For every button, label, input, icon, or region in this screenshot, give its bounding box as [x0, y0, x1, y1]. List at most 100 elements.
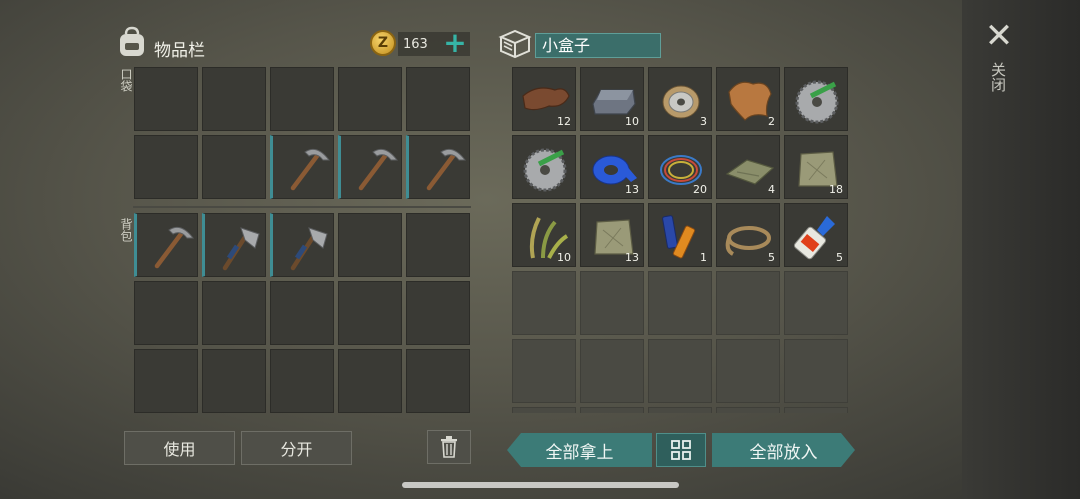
- container-slot[interactable]: [784, 271, 848, 335]
- container-slot[interactable]: 18: [784, 135, 848, 199]
- backpack-slot[interactable]: [134, 281, 198, 345]
- backpack-slot[interactable]: [270, 349, 334, 413]
- pocket-slot[interactable]: [134, 67, 198, 131]
- container-slot[interactable]: 5: [784, 203, 848, 267]
- backpack-slot[interactable]: [270, 281, 334, 345]
- add-coins-button[interactable]: +: [442, 29, 468, 58]
- take-all-button[interactable]: 全部拿上: [507, 433, 652, 467]
- pocket-slot[interactable]: [270, 135, 334, 199]
- container-slot[interactable]: [580, 407, 644, 413]
- pocket-slot[interactable]: [134, 135, 198, 199]
- section-divider: [133, 206, 471, 208]
- container-slot[interactable]: 3: [648, 67, 712, 131]
- container-slot[interactable]: 1: [648, 203, 712, 267]
- item-count: 10: [625, 115, 639, 128]
- pocket-slot[interactable]: [202, 135, 266, 199]
- pickaxe-icon: [358, 148, 399, 191]
- container-slot[interactable]: [648, 271, 712, 335]
- trash-button[interactable]: [427, 430, 471, 464]
- use-button[interactable]: 使用: [124, 431, 235, 465]
- coin-icon: Z: [370, 30, 396, 56]
- container-slot[interactable]: [784, 67, 848, 131]
- container-slot[interactable]: 4: [716, 135, 780, 199]
- trash-icon: [441, 436, 457, 458]
- close-label[interactable]: 关闭: [988, 62, 1009, 92]
- close-icon[interactable]: ✕: [984, 19, 1014, 53]
- backpack-grid: [134, 213, 470, 413]
- container-slot[interactable]: 13: [580, 203, 644, 267]
- backpack-slot[interactable]: [338, 281, 402, 345]
- backpack-label: 背包: [119, 218, 133, 242]
- container-slot[interactable]: [716, 339, 780, 403]
- container-slot[interactable]: [512, 407, 576, 413]
- item-count: 5: [768, 251, 775, 264]
- put-all-button[interactable]: 全部放入: [712, 433, 855, 467]
- backpack-slot[interactable]: [338, 349, 402, 413]
- item-count: 13: [625, 251, 639, 264]
- pickaxe-icon: [426, 148, 467, 191]
- backpack-slot[interactable]: [406, 213, 470, 277]
- container-slot[interactable]: 20: [648, 135, 712, 199]
- item-count: 1: [700, 251, 707, 264]
- pocket-slot[interactable]: [270, 67, 334, 131]
- container-title: 小盒子: [535, 33, 661, 58]
- container-grid: 12 10 3 2 13 20 4 18 10 13 1 5 5: [512, 67, 848, 413]
- backpack-slot[interactable]: [202, 281, 266, 345]
- backpack-slot[interactable]: [202, 349, 266, 413]
- backpack-slot[interactable]: [202, 213, 266, 277]
- home-indicator[interactable]: [402, 482, 679, 488]
- backpack-icon: [120, 26, 144, 56]
- item-count: 18: [829, 183, 843, 196]
- item-count: 10: [557, 251, 571, 264]
- pocket-slot[interactable]: [202, 67, 266, 131]
- backpack-slot[interactable]: [338, 213, 402, 277]
- pocket-slot[interactable]: [338, 67, 402, 131]
- saw-blade-icon: [795, 80, 839, 124]
- pocket-slot[interactable]: [406, 67, 470, 131]
- container-slot[interactable]: [784, 407, 848, 413]
- backpack-slot[interactable]: [406, 349, 470, 413]
- container-slot[interactable]: [512, 271, 576, 335]
- box-icon: [498, 29, 532, 59]
- container-slot[interactable]: [512, 339, 576, 403]
- item-count: 13: [625, 183, 639, 196]
- split-button[interactable]: 分开: [241, 431, 352, 465]
- hatchet-icon: [290, 227, 328, 271]
- item-count: 4: [768, 183, 775, 196]
- container-slot[interactable]: [580, 271, 644, 335]
- pocket-slot[interactable]: [338, 135, 402, 199]
- item-count: 12: [557, 115, 571, 128]
- container-slot[interactable]: 5: [716, 203, 780, 267]
- container-slot[interactable]: 10: [512, 203, 576, 267]
- item-count: 20: [693, 183, 707, 196]
- backpack-slot[interactable]: [406, 281, 470, 345]
- container-slot[interactable]: [716, 271, 780, 335]
- backpack-slot[interactable]: [134, 349, 198, 413]
- pocket-slot[interactable]: [406, 135, 470, 199]
- container-slot[interactable]: [648, 339, 712, 403]
- container-slot[interactable]: [784, 339, 848, 403]
- container-slot[interactable]: 10: [580, 67, 644, 131]
- side-panel: [962, 0, 1080, 499]
- backpack-slot[interactable]: [270, 213, 334, 277]
- item-count: 2: [768, 115, 775, 128]
- pocket-label: 口袋: [119, 68, 133, 92]
- sort-button[interactable]: [656, 433, 706, 467]
- coin-count: 163: [403, 37, 428, 52]
- grid-sort-icon: [671, 440, 691, 460]
- saw-blade-icon: [523, 148, 567, 192]
- backpack-slot[interactable]: [134, 213, 198, 277]
- item-count: 3: [700, 115, 707, 128]
- container-slot[interactable]: [580, 339, 644, 403]
- container-slot[interactable]: [648, 407, 712, 413]
- hatchet-icon: [222, 227, 260, 271]
- inventory-title: 物品栏: [154, 41, 205, 61]
- pocket-grid: [134, 67, 470, 199]
- container-slot[interactable]: [716, 407, 780, 413]
- pickaxe-icon: [290, 148, 331, 191]
- container-slot[interactable]: 2: [716, 67, 780, 131]
- container-slot[interactable]: 13: [580, 135, 644, 199]
- container-slot[interactable]: [512, 135, 576, 199]
- item-count: 5: [836, 251, 843, 264]
- container-slot[interactable]: 12: [512, 67, 576, 131]
